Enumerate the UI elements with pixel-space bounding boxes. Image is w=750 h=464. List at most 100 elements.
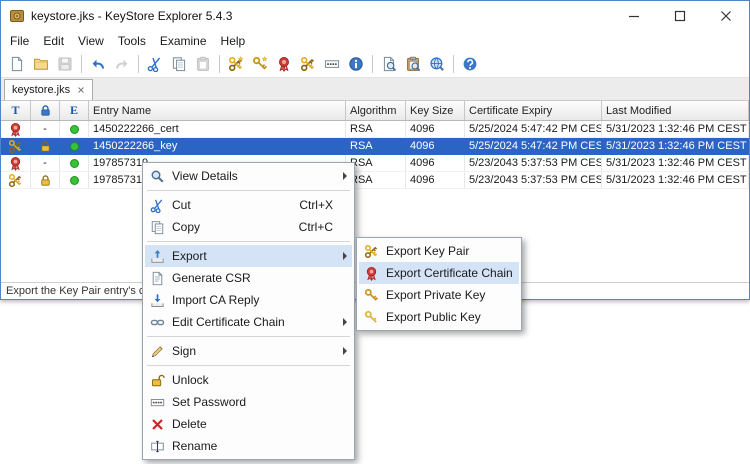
save-keystore-button[interactable] [53, 52, 77, 76]
table-row-19785731-key[interactable]: 19785731 RSA 4096 5/23/2043 5:37:53 PM C… [1, 172, 749, 189]
context-menu-item-unlock[interactable]: Unlock [145, 369, 352, 391]
undo-button[interactable] [86, 52, 110, 76]
cut-icon [147, 56, 163, 72]
column-header-entry-name[interactable]: Entry Name [89, 101, 346, 120]
context-menu-item-export[interactable]: Export [145, 245, 352, 267]
generate-secret-key-icon [252, 56, 268, 72]
redo-button[interactable] [110, 52, 134, 76]
submenu-item-export-key-pair[interactable]: Export Key Pair [359, 240, 519, 262]
minimize-button[interactable] [611, 1, 657, 30]
export-submenu: Export Key Pair Export Certificate Chain… [356, 237, 522, 331]
generate-csr-icon [148, 271, 166, 286]
context-menu-item-sign[interactable]: Sign [145, 340, 352, 362]
new-keystore-button[interactable] [5, 52, 29, 76]
column-header-certificate-expiry[interactable]: Certificate Expiry [465, 101, 602, 120]
open-keystore-button[interactable] [29, 52, 53, 76]
menu-view[interactable]: View [71, 32, 111, 50]
menu-file[interactable]: File [3, 32, 36, 50]
menu-edit[interactable]: Edit [36, 32, 71, 50]
examine-clipboard-icon [405, 56, 421, 72]
toolbar-separator [81, 55, 82, 73]
tab-keystore-jks[interactable]: keystore.jks [4, 79, 93, 100]
cell-type [1, 155, 31, 171]
submenu-arrow-icon [343, 172, 347, 180]
context-menu-item-cut[interactable]: Cut Ctrl+X [145, 194, 352, 216]
app-icon [9, 8, 25, 24]
cell-last-modified: 5/31/2023 1:32:46 PM CEST [602, 138, 749, 154]
examine-ssl-button[interactable] [425, 52, 449, 76]
context-menu-item-generate-csr[interactable]: Generate CSR [145, 267, 352, 289]
examine-file-button[interactable] [377, 52, 401, 76]
cell-certificate-expiry: 5/25/2024 5:47:42 PM CEST [465, 121, 602, 137]
certificate-icon [8, 156, 23, 171]
column-header-expiry-status[interactable]: E [60, 101, 89, 120]
window-title: keystore.jks - KeyStore Explorer 5.4.3 [31, 9, 232, 23]
status-text: Export the Key Pair entry's ce [6, 285, 151, 297]
context-menu-item-delete[interactable]: Delete [145, 413, 352, 435]
cell-certificate-expiry: 5/23/2043 5:37:53 PM CEST [465, 172, 602, 188]
export-icon [148, 249, 166, 264]
close-button[interactable] [703, 1, 749, 30]
help-button[interactable] [458, 52, 482, 76]
menu-help[interactable]: Help [214, 32, 253, 50]
rename-icon [148, 439, 166, 454]
status-ok-icon [70, 159, 79, 168]
import-ca-reply-icon [148, 293, 166, 308]
import-key-pair-button[interactable] [296, 52, 320, 76]
column-header-last-modified[interactable]: Last Modified [602, 101, 749, 120]
cut-button[interactable] [143, 52, 167, 76]
column-header-key-size[interactable]: Key Size [406, 101, 465, 120]
context-menu-item-view-details[interactable]: View Details [145, 165, 352, 187]
context-menu-item-set-password[interactable]: Set Password [145, 391, 352, 413]
shortcut-label: Ctrl+C [299, 220, 333, 234]
minimize-icon [626, 8, 642, 24]
cell-entry-name: 1450222266_key [89, 138, 346, 154]
column-header-algorithm[interactable]: Algorithm [346, 101, 406, 120]
submenu-item-export-certificate-chain[interactable]: Export Certificate Chain [359, 262, 519, 284]
table-row-197857319-cert[interactable]: - 197857319 RSA 4096 5/23/2043 5:37:53 P… [1, 155, 749, 172]
table-row-1450222266-key-selected[interactable]: 1450222266_key RSA 4096 5/25/2024 5:47:4… [1, 138, 749, 155]
tab-close-icon[interactable] [77, 86, 85, 94]
examine-clipboard-button[interactable] [401, 52, 425, 76]
cell-status [60, 121, 89, 137]
tab-label: keystore.jks [12, 84, 70, 96]
generate-key-pair-button[interactable] [224, 52, 248, 76]
column-header-lock-status[interactable] [31, 101, 60, 120]
delete-icon [148, 417, 166, 432]
menu-separator [147, 336, 350, 337]
close-icon [718, 8, 734, 24]
copy-icon [148, 220, 166, 235]
new-document-icon [9, 56, 25, 72]
maximize-button[interactable] [657, 1, 703, 30]
examine-file-icon [381, 56, 397, 72]
info-icon [348, 56, 364, 72]
table-row-1450222266-cert[interactable]: - 1450222266_cert RSA 4096 5/25/2024 5:4… [1, 121, 749, 138]
generate-key-pair-icon [228, 56, 244, 72]
toolbar-separator [372, 55, 373, 73]
window-controls [611, 1, 749, 30]
set-password-button[interactable] [320, 52, 344, 76]
cell-lock [31, 138, 60, 154]
context-menu-item-copy[interactable]: Copy Ctrl+C [145, 216, 352, 238]
submenu-item-export-public-key[interactable]: Export Public Key [359, 306, 519, 328]
title-bar: keystore.jks - KeyStore Explorer 5.4.3 [1, 1, 749, 30]
properties-button[interactable] [344, 52, 368, 76]
submenu-arrow-icon [343, 252, 347, 260]
context-menu-item-import-ca-reply[interactable]: Import CA Reply [145, 289, 352, 311]
column-header-type[interactable]: T [1, 101, 31, 120]
set-password-icon [148, 395, 166, 410]
submenu-item-export-private-key[interactable]: Export Private Key [359, 284, 519, 306]
menu-tools[interactable]: Tools [111, 32, 153, 50]
cell-lock: - [31, 121, 60, 137]
import-trusted-certificate-button[interactable] [272, 52, 296, 76]
context-menu-item-edit-certificate-chain[interactable]: Edit Certificate Chain [145, 311, 352, 333]
generate-secret-key-button[interactable] [248, 52, 272, 76]
cell-key-size: 4096 [406, 172, 465, 188]
cell-type [1, 138, 31, 154]
copy-button[interactable] [167, 52, 191, 76]
certificate-icon [8, 122, 23, 137]
paste-button[interactable] [191, 52, 215, 76]
submenu-arrow-icon [343, 318, 347, 326]
context-menu-item-rename[interactable]: Rename [145, 435, 352, 457]
menu-examine[interactable]: Examine [153, 32, 214, 50]
